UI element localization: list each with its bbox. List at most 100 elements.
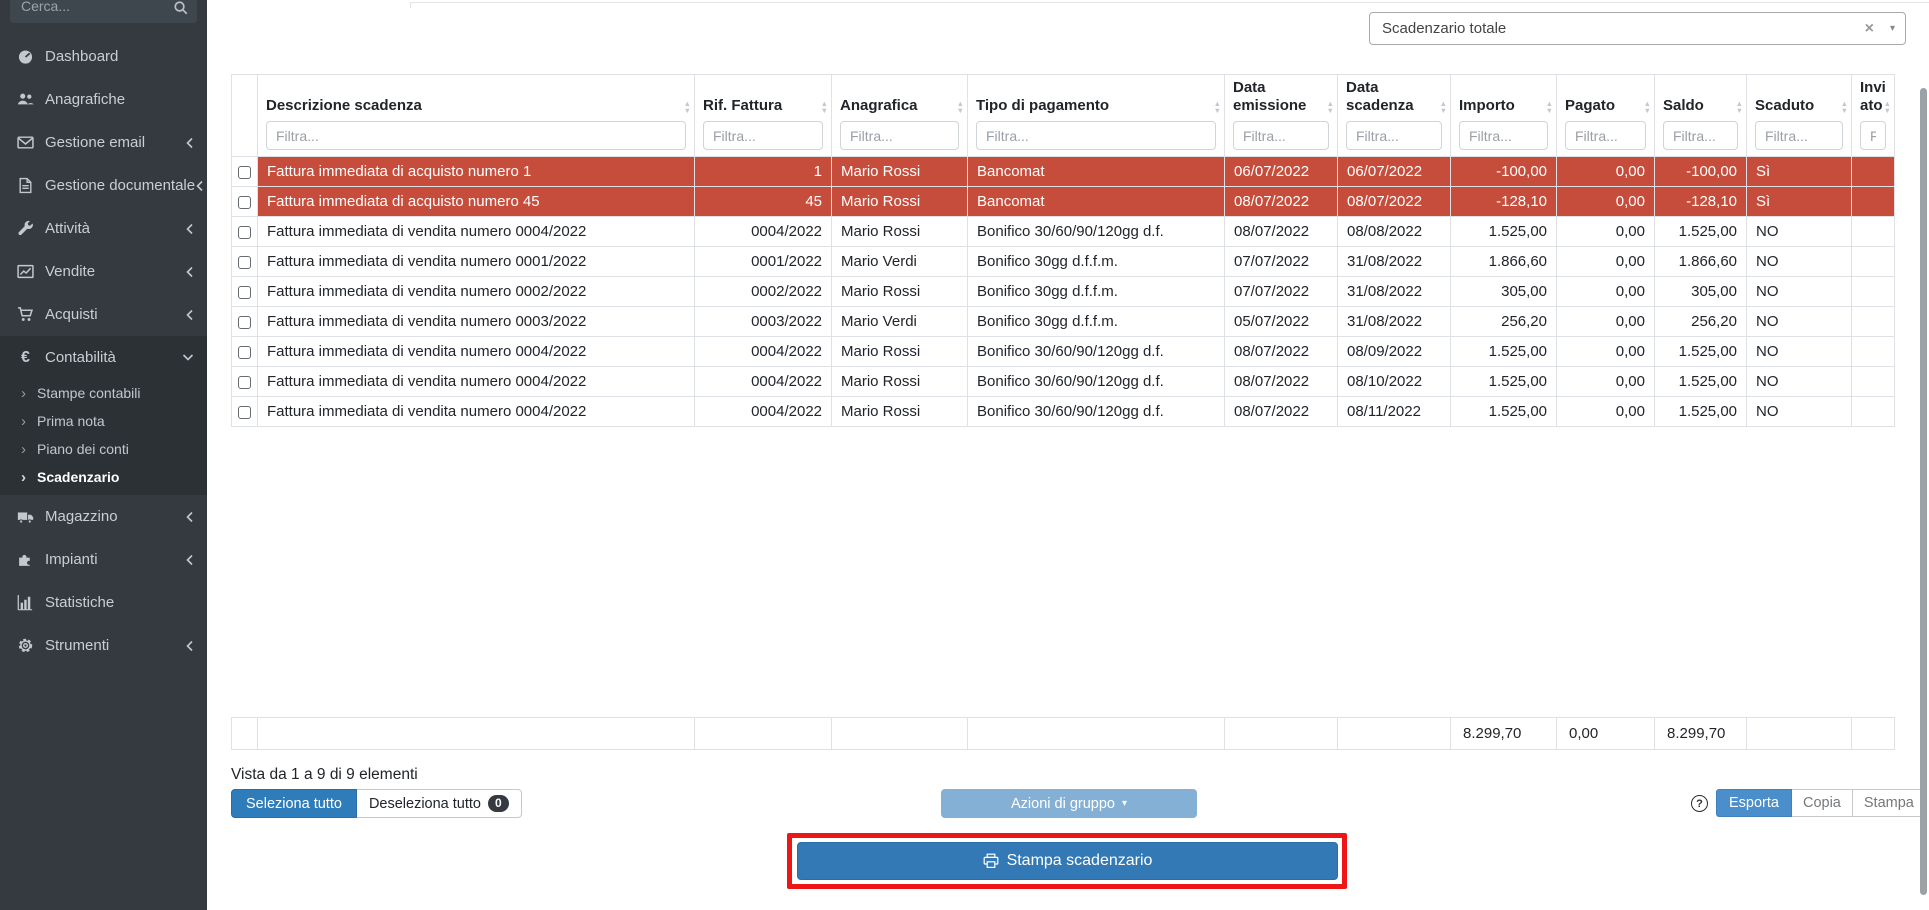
- filter-input-rif-fattura[interactable]: [703, 121, 823, 150]
- chevron-right-icon: ›: [21, 386, 26, 401]
- sidebar-subitem-scadenzario[interactable]: ›Scadenzario: [0, 463, 207, 491]
- export-button[interactable]: Esporta: [1716, 789, 1792, 817]
- filter-input-data-emissione[interactable]: [1233, 121, 1329, 150]
- sort-icons[interactable]: ▲▼: [1884, 100, 1891, 114]
- table-row[interactable]: Fattura immediata di acquisto numero 454…: [232, 187, 1895, 217]
- sidebar-item-label: Vendite: [45, 263, 95, 280]
- column-header-data-emissione[interactable]: Data emissione▲▼: [1225, 75, 1338, 157]
- sidebar-subitem-prima-nota[interactable]: ›Prima nota: [0, 407, 207, 435]
- filter-input-data-scadenza[interactable]: [1346, 121, 1442, 150]
- row-checkbox[interactable]: [238, 406, 251, 419]
- sort-icons[interactable]: ▲▼: [821, 100, 828, 114]
- sidebar-item-gestione-documentale[interactable]: Gestione documentale: [0, 164, 207, 207]
- sidebar-item-anagrafiche[interactable]: Anagrafiche: [0, 78, 207, 121]
- filter-input-importo[interactable]: [1459, 121, 1548, 150]
- clear-icon[interactable]: ×: [1865, 21, 1874, 37]
- row-checkbox[interactable]: [238, 166, 251, 179]
- gear-icon: [14, 637, 37, 654]
- sidebar-item-vendite[interactable]: Vendite: [0, 250, 207, 293]
- sidebar-subitem-stampe-contabili[interactable]: ›Stampe contabili: [0, 379, 207, 407]
- sidebar-item-attivita[interactable]: Attività: [0, 207, 207, 250]
- sort-icons[interactable]: ▲▼: [1736, 100, 1743, 114]
- row-checkbox[interactable]: [238, 346, 251, 359]
- help-icon[interactable]: ?: [1691, 795, 1708, 812]
- group-actions-button[interactable]: Azioni di gruppo ▾: [941, 789, 1197, 818]
- table-row[interactable]: Fattura immediata di vendita numero 0002…: [232, 277, 1895, 307]
- row-checkbox[interactable]: [238, 316, 251, 329]
- search-input[interactable]: [10, 0, 197, 23]
- table-row[interactable]: Fattura immediata di vendita numero 0004…: [232, 337, 1895, 367]
- truck-icon: [14, 508, 37, 525]
- column-header-inviato[interactable]: Inviato▲▼: [1852, 75, 1895, 157]
- table-row[interactable]: Fattura immediata di vendita numero 0004…: [232, 397, 1895, 427]
- filter-input-pagato[interactable]: [1565, 121, 1646, 150]
- print-button[interactable]: Stampa: [1853, 789, 1926, 817]
- deselect-all-button[interactable]: Deseleziona tutto 0: [357, 789, 522, 818]
- table-row[interactable]: Fattura immediata di vendita numero 0004…: [232, 367, 1895, 397]
- chevron-left-icon: [185, 309, 194, 321]
- sidebar-item-acquisti[interactable]: Acquisti: [0, 293, 207, 336]
- row-select-cell: [232, 337, 258, 367]
- sort-icons[interactable]: ▲▼: [684, 100, 691, 114]
- filter-input-anagrafica[interactable]: [840, 121, 959, 150]
- filter-input-tipo-di-pagamento[interactable]: [976, 121, 1216, 150]
- column-header-anagrafica[interactable]: Anagrafica▲▼: [832, 75, 968, 157]
- column-header-rif-fattura[interactable]: Rif. Fattura▲▼: [695, 75, 832, 157]
- results-info: Vista da 1 a 9 di 9 elementi: [231, 766, 418, 784]
- row-checkbox[interactable]: [238, 256, 251, 269]
- select-all-button[interactable]: Seleziona tutto: [231, 789, 357, 818]
- total-anagrafica: [832, 718, 968, 750]
- row-checkbox[interactable]: [238, 226, 251, 239]
- puzzle-icon: [14, 551, 37, 568]
- chevron-right-icon: ›: [21, 414, 26, 429]
- column-header-data-scadenza[interactable]: Data scadenza▲▼: [1338, 75, 1451, 157]
- row-checkbox[interactable]: [238, 286, 251, 299]
- row-checkbox[interactable]: [238, 196, 251, 209]
- column-label: Data scadenza: [1346, 79, 1442, 115]
- column-header-pagato[interactable]: Pagato▲▼: [1557, 75, 1655, 157]
- wrench-icon: [14, 220, 37, 237]
- cell-data-scadenza: 08/09/2022: [1338, 337, 1451, 367]
- search-icon[interactable]: [173, 0, 188, 15]
- caret-down-icon[interactable]: ▾: [1890, 23, 1895, 34]
- cell-scaduto: Sì: [1747, 157, 1852, 187]
- deselect-count-badge: 0: [488, 795, 509, 812]
- sidebar-item-dashboard[interactable]: Dashboard: [0, 35, 207, 78]
- sidebar-item-impianti[interactable]: Impianti: [0, 538, 207, 581]
- scrollbar-thumb[interactable]: [1920, 88, 1927, 895]
- filter-input-saldo[interactable]: [1663, 121, 1738, 150]
- sidebar-subitem-piano-dei-conti[interactable]: ›Piano dei conti: [0, 435, 207, 463]
- column-header-saldo[interactable]: Saldo▲▼: [1655, 75, 1747, 157]
- copy-button[interactable]: Copia: [1792, 789, 1853, 817]
- column-header-importo[interactable]: Importo▲▼: [1451, 75, 1557, 157]
- row-checkbox[interactable]: [238, 376, 251, 389]
- cell-scaduto: NO: [1747, 367, 1852, 397]
- table-row[interactable]: Fattura immediata di vendita numero 0004…: [232, 217, 1895, 247]
- caret-down-icon: ▾: [1122, 798, 1127, 809]
- filter-input-scaduto[interactable]: [1755, 121, 1843, 150]
- sort-icons[interactable]: ▲▼: [1214, 100, 1221, 114]
- table-row[interactable]: Fattura immediata di vendita numero 0001…: [232, 247, 1895, 277]
- print-schedule-button[interactable]: Stampa scadenzario: [797, 842, 1338, 880]
- sidebar-item-contabilita[interactable]: €Contabilità: [0, 336, 207, 379]
- sort-icons[interactable]: ▲▼: [1327, 100, 1334, 114]
- column-header-scaduto[interactable]: Scaduto▲▼: [1747, 75, 1852, 157]
- cell-rif-fattura: 0003/2022: [695, 307, 832, 337]
- sort-icons[interactable]: ▲▼: [1546, 100, 1553, 114]
- sort-icons[interactable]: ▲▼: [957, 100, 964, 114]
- filter-input-descrizione-scadenza[interactable]: [266, 121, 686, 150]
- sort-icons[interactable]: ▲▼: [1644, 100, 1651, 114]
- cell-tipo-di-pagamento: Bonifico 30/60/90/120gg d.f.: [968, 337, 1225, 367]
- sort-icons[interactable]: ▲▼: [1841, 100, 1848, 114]
- sidebar-item-gestione-email[interactable]: Gestione email: [0, 121, 207, 164]
- sidebar-item-magazzino[interactable]: Magazzino: [0, 495, 207, 538]
- filter-input-inviato[interactable]: [1860, 121, 1886, 150]
- column-header-descrizione-scadenza[interactable]: Descrizione scadenza▲▼: [258, 75, 695, 157]
- sidebar-item-strumenti[interactable]: Strumenti: [0, 624, 207, 667]
- sort-icons[interactable]: ▲▼: [1440, 100, 1447, 114]
- view-select[interactable]: Scadenzario totale × ▾: [1369, 12, 1906, 45]
- column-header-tipo-di-pagamento[interactable]: Tipo di pagamento▲▼: [968, 75, 1225, 157]
- sidebar-item-statistiche[interactable]: Statistiche: [0, 581, 207, 624]
- table-row[interactable]: Fattura immediata di acquisto numero 11M…: [232, 157, 1895, 187]
- table-row[interactable]: Fattura immediata di vendita numero 0003…: [232, 307, 1895, 337]
